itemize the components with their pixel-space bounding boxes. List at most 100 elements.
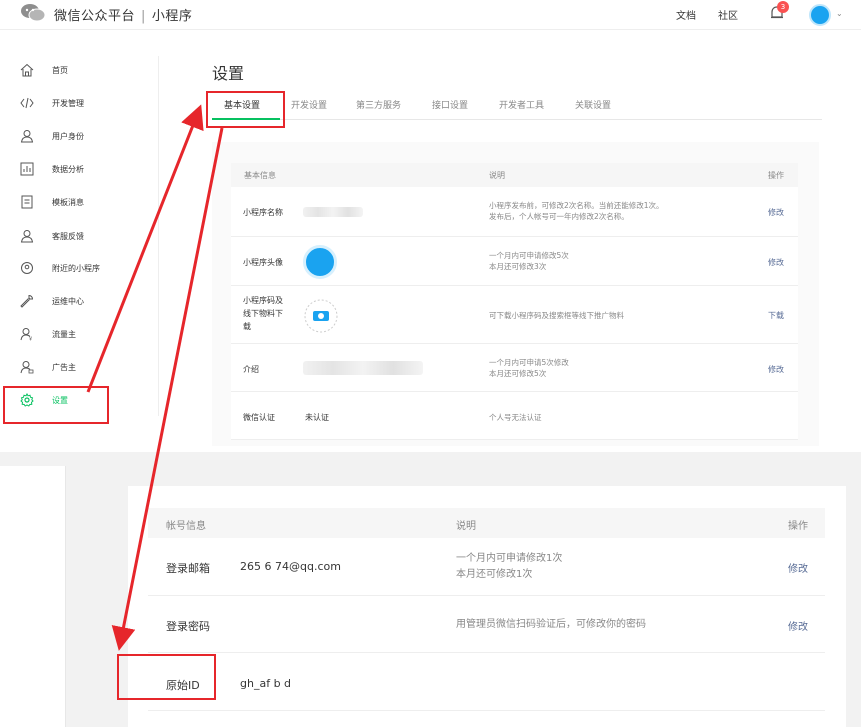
row-label-intro: 介绍: [243, 365, 259, 374]
blurred-intro-value: [303, 361, 423, 375]
row-desc-line1: 可下载小程序码及搜索框等线下推广物料: [489, 311, 624, 320]
sidebar-item-operations-center[interactable]: 运维中心: [20, 291, 140, 311]
top-bar: 微信公众平台 | 小程序 文档 社区 3 ⌄: [0, 0, 861, 30]
sidebar-item-label: 流量主: [52, 329, 76, 339]
basic-info-table-header: 基本信息 说明 操作: [231, 163, 798, 187]
row-desc-line1: 一个月内可申请修改5次: [489, 251, 569, 260]
sidebar-item-nearby-miniprograms[interactable]: 附近的小程序: [20, 258, 140, 278]
row-desc-line1: 一个月内可申请5次修改: [489, 358, 569, 367]
certification-status: 未认证: [305, 413, 329, 422]
header-operation: 操作: [788, 521, 808, 532]
tab-third-party-services[interactable]: 第三方服务: [356, 98, 401, 111]
annotation-box-settings: [3, 386, 109, 424]
blurred-name-value: [303, 207, 363, 217]
row-desc-line2: 发布后，个人帐号可一年内修改2次名称。: [489, 212, 629, 221]
row-label-qrcode-line3: 载: [243, 322, 251, 331]
document-icon: [21, 195, 33, 209]
sidebar-item-dev-management[interactable]: 开发管理: [20, 93, 140, 113]
settings-tabs: 基本设置 开发设置 第三方服务 接口设置 开发者工具 关联设置: [212, 98, 822, 120]
row-desc-line2: 本月还可修改1次: [456, 569, 533, 580]
table-row: 原始ID gh_af b d: [148, 653, 825, 711]
row-label-certification: 微信认证: [243, 413, 275, 422]
table-row: 小程序码及 线下物料下 载 可下载小程序码及搜索框等线下推广物料 下载: [231, 286, 798, 344]
row-label-qrcode-line1: 小程序码及: [243, 296, 283, 305]
location-icon: [21, 262, 33, 274]
chart-icon: [20, 162, 34, 176]
edit-name-link[interactable]: 修改: [768, 207, 784, 218]
sidebar-item-traffic-master[interactable]: ¥ 流量主: [20, 324, 140, 344]
row-desc-line1: 小程序发布前，可修改2次名称。当前还能修改1次。: [489, 201, 664, 210]
table-row: 登录邮箱 265 6 74@qq.com 一个月内可申请修改1次 本月还可修改1…: [148, 538, 825, 596]
sidebar-item-label: 首页: [52, 65, 68, 75]
header-operation: 操作: [768, 171, 784, 180]
support-icon: [20, 230, 34, 243]
chevron-down-icon[interactable]: ⌄: [836, 9, 843, 18]
sidebar-item-user-identity[interactable]: 用户身份: [20, 126, 140, 146]
docs-link[interactable]: 文档: [676, 7, 696, 22]
header-account-info: 帐号信息: [166, 521, 206, 532]
edit-email-link[interactable]: 修改: [788, 560, 808, 575]
account-info-table-header: 帐号信息 说明 操作: [148, 508, 825, 538]
section-gap: [0, 452, 861, 466]
sidebar-divider: [158, 56, 159, 416]
sidebar-item-label: 开发管理: [52, 98, 84, 108]
login-email-value: 265 6 74@qq.com: [240, 560, 341, 573]
row-label-name: 小程序名称: [243, 208, 283, 217]
sidebar-item-label: 模板消息: [52, 197, 84, 207]
code-icon: [20, 97, 34, 109]
brand-title[interactable]: 微信公众平台 | 小程序: [54, 5, 192, 24]
sidebar-item-label: 运维中心: [52, 296, 84, 306]
sidebar-item-advertiser[interactable]: 广告主: [20, 357, 140, 377]
advertiser-icon: [20, 361, 34, 374]
table-row: 介绍 一个月内可申请5次修改 本月还可修改5次 修改: [231, 344, 798, 392]
notification-badge: 3: [777, 1, 789, 13]
wrench-icon: [20, 294, 34, 308]
table-row: 小程序名称 小程序发布前，可修改2次名称。当前还能修改1次。 发布后，个人帐号可…: [231, 187, 798, 237]
row-desc-line2: 本月还可修改3次: [489, 262, 547, 271]
brand-name: 微信公众平台: [54, 9, 136, 24]
home-icon: [20, 63, 34, 77]
row-label-login-email: 登录邮箱: [166, 562, 210, 575]
sidebar-item-label: 广告主: [52, 362, 76, 372]
community-link[interactable]: 社区: [718, 7, 738, 22]
download-link[interactable]: 下载: [768, 310, 784, 321]
table-row: 小程序头像 一个月内可申请修改5次 本月还可修改3次 修改: [231, 237, 798, 286]
edit-intro-link[interactable]: 修改: [768, 364, 784, 375]
header-description: 说明: [456, 521, 476, 532]
brand-section: 小程序: [151, 9, 193, 24]
svg-text:¥: ¥: [29, 337, 32, 342]
user-avatar[interactable]: [809, 4, 831, 26]
row-desc-line2: 本月还可修改5次: [489, 369, 547, 378]
miniprogram-code-icon: [304, 299, 338, 333]
sidebar-item-customer-service[interactable]: 客服反馈: [20, 226, 140, 246]
sidebar-item-analytics[interactable]: 数据分析: [20, 159, 140, 179]
sidebar-item-label: 数据分析: [52, 164, 84, 174]
table-row: 微信认证 未认证 个人号无法认证: [231, 392, 798, 440]
brand-separator: |: [141, 9, 146, 24]
wechat-logo-icon[interactable]: [20, 3, 46, 23]
table-row: 登录密码 用管理员微信扫码验证后，可修改你的密码 修改: [148, 596, 825, 653]
traffic-icon: ¥: [20, 328, 32, 342]
tab-linked-settings[interactable]: 关联设置: [575, 98, 611, 111]
edit-password-link[interactable]: 修改: [788, 618, 808, 633]
row-desc-line1: 用管理员微信扫码验证后，可修改你的密码: [456, 619, 646, 630]
miniprogram-avatar-image: [303, 245, 337, 279]
edit-avatar-link[interactable]: 修改: [768, 257, 784, 268]
row-desc-line1: 一个月内可申请修改1次: [456, 553, 563, 564]
header-description: 说明: [489, 171, 505, 180]
annotation-box-basic-settings: [206, 91, 285, 128]
tab-api-settings[interactable]: 接口设置: [432, 98, 468, 111]
header-basic-info: 基本信息: [244, 171, 276, 180]
sidebar-item-home[interactable]: 首页: [20, 60, 140, 80]
row-desc-line1: 个人号无法认证: [489, 413, 542, 422]
row-label-avatar: 小程序头像: [243, 258, 283, 267]
tab-dev-settings[interactable]: 开发设置: [291, 98, 327, 111]
tab-developer-tools[interactable]: 开发者工具: [499, 98, 544, 111]
page-title: 设置: [212, 64, 245, 83]
sidebar-item-template-messages[interactable]: 模板消息: [20, 192, 140, 212]
sidebar-item-label: 客服反馈: [52, 231, 84, 241]
lower-sidebar: [0, 466, 66, 727]
row-label-qrcode-line2: 线下物料下: [243, 309, 283, 318]
original-id-value: gh_af b d: [240, 677, 292, 690]
sidebar-item-label: 用户身份: [52, 131, 84, 141]
